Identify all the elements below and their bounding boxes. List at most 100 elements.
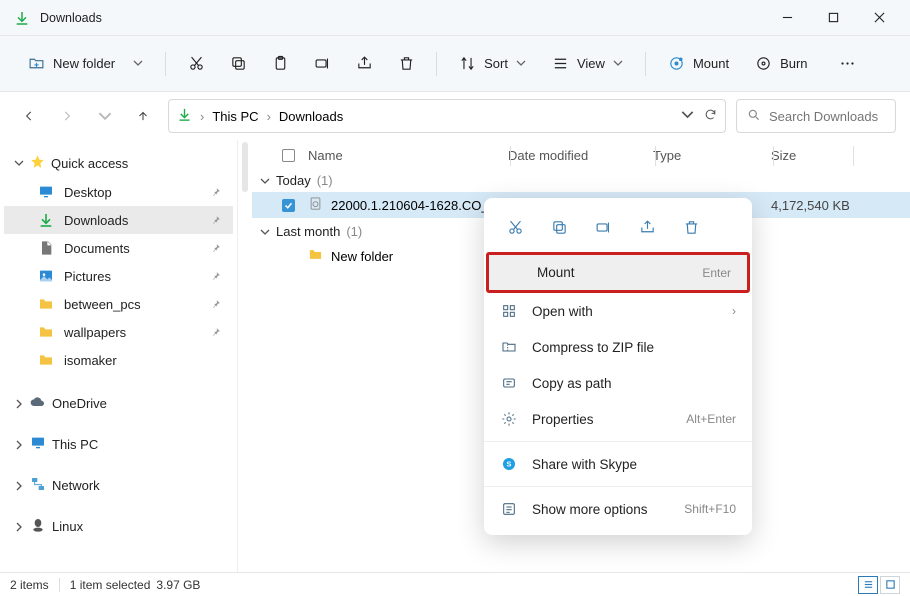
sidebar-scrollbar[interactable] — [238, 140, 252, 572]
pin-icon — [211, 241, 221, 256]
breadcrumb-root[interactable]: This PC — [212, 109, 258, 124]
group-today[interactable]: Today (1) — [252, 167, 910, 192]
chevron-right-icon: › — [200, 109, 204, 124]
sidebar-item-label: Network — [52, 478, 100, 493]
mount-label: Mount — [693, 56, 729, 71]
quick-access-label: Quick access — [51, 156, 128, 171]
sidebar-item-desktop[interactable]: Desktop — [4, 178, 233, 206]
details-view-button[interactable] — [858, 576, 878, 594]
more-button[interactable] — [830, 48, 866, 80]
download-icon — [38, 212, 54, 228]
ctx-mount[interactable]: Mount Enter — [486, 252, 750, 293]
column-date[interactable]: Date modified — [508, 148, 653, 163]
network-icon — [30, 476, 46, 495]
zip-icon — [500, 339, 518, 355]
paste-button[interactable] — [262, 48, 298, 80]
context-menu: Mount Enter Open with › Compress to ZIP … — [484, 198, 752, 535]
sidebar-item-pictures[interactable]: Pictures — [4, 262, 233, 290]
maximize-button[interactable] — [810, 0, 856, 36]
ctx-label: Copy as path — [532, 376, 612, 391]
folder-icon — [38, 324, 54, 340]
pin-icon — [211, 297, 221, 312]
quick-access-header[interactable]: Quick access — [4, 148, 233, 178]
separator — [645, 52, 646, 76]
folder-icon — [38, 352, 54, 368]
file-size: 4,172,540 KB — [771, 198, 851, 213]
ctx-open-with[interactable]: Open with › — [484, 293, 752, 329]
copy-path-icon — [500, 375, 518, 391]
sidebar-item-linux[interactable]: Linux — [4, 511, 233, 542]
more-icon — [500, 501, 518, 517]
chevron-down-icon[interactable] — [681, 108, 694, 124]
row-checkbox[interactable] — [282, 199, 308, 212]
sidebar-item-onedrive[interactable]: OneDrive — [4, 388, 233, 419]
folder-icon — [308, 247, 323, 265]
ctx-label: Compress to ZIP file — [532, 340, 654, 355]
cloud-icon — [30, 394, 46, 413]
minimize-button[interactable] — [764, 0, 810, 36]
sidebar-item-network[interactable]: Network — [4, 470, 233, 501]
ctx-rename-button[interactable] — [586, 212, 620, 242]
titlebar: Downloads — [0, 0, 910, 36]
pin-icon — [211, 185, 221, 200]
skype-icon: S — [500, 456, 518, 472]
ctx-more-options[interactable]: Show more options Shift+F10 — [484, 491, 752, 527]
column-name[interactable]: Name — [308, 148, 508, 163]
view-button[interactable]: View — [542, 49, 633, 78]
recent-dropdown[interactable] — [90, 101, 120, 131]
cut-button[interactable] — [178, 48, 214, 80]
ctx-copy-path[interactable]: Copy as path — [484, 365, 752, 401]
ctx-share-button[interactable] — [630, 212, 664, 242]
ctx-copy-button[interactable] — [542, 212, 576, 242]
group-count: (1) — [317, 173, 333, 188]
ctx-properties[interactable]: Properties Alt+Enter — [484, 401, 752, 437]
sidebar-item-documents[interactable]: Documents — [4, 234, 233, 262]
sidebar-item-label: Documents — [64, 241, 130, 256]
refresh-button[interactable] — [704, 108, 717, 124]
search-icon — [747, 108, 761, 125]
share-button[interactable] — [346, 48, 382, 80]
sidebar-item-label: Linux — [52, 519, 83, 534]
separator — [165, 52, 166, 76]
sort-label: Sort — [484, 56, 508, 71]
ctx-skype[interactable]: S Share with Skype — [484, 446, 752, 482]
breadcrumb-current[interactable]: Downloads — [279, 109, 343, 124]
group-label: Last month — [276, 224, 340, 239]
ctx-label: Share with Skype — [532, 457, 637, 472]
delete-button[interactable] — [388, 48, 424, 80]
new-folder-button[interactable]: New folder — [18, 49, 153, 78]
burn-button[interactable]: Burn — [745, 49, 817, 78]
back-button[interactable] — [14, 101, 44, 131]
thumbnails-view-button[interactable] — [880, 576, 900, 594]
ctx-cut-button[interactable] — [498, 212, 532, 242]
column-size[interactable]: Size — [771, 148, 851, 163]
sort-button[interactable]: Sort — [449, 49, 536, 78]
chevron-right-icon: › — [732, 304, 736, 318]
status-selected: 1 item selected — [70, 578, 151, 592]
burn-label: Burn — [780, 56, 807, 71]
context-quick-actions — [484, 206, 752, 252]
sidebar-item-downloads[interactable]: Downloads — [4, 206, 233, 234]
sidebar-item-between-pcs[interactable]: between_pcs — [4, 290, 233, 318]
sidebar-item-label: isomaker — [64, 353, 117, 368]
ctx-delete-button[interactable] — [674, 212, 708, 242]
up-button[interactable] — [128, 101, 158, 131]
sidebar-item-isomaker[interactable]: isomaker — [4, 346, 233, 374]
copy-button[interactable] — [220, 48, 256, 80]
mount-button[interactable]: Mount — [658, 49, 739, 78]
search-box[interactable] — [736, 99, 896, 133]
address-bar[interactable]: › This PC › Downloads — [168, 99, 726, 133]
select-all-checkbox[interactable] — [282, 148, 308, 163]
column-type[interactable]: Type — [653, 148, 771, 163]
column-headers[interactable]: Name Date modified Type Size — [252, 140, 910, 167]
sidebar-item-label: between_pcs — [64, 297, 141, 312]
search-input[interactable] — [769, 109, 885, 124]
sidebar-item-this-pc[interactable]: This PC — [4, 429, 233, 460]
rename-button[interactable] — [304, 48, 340, 80]
ctx-compress[interactable]: Compress to ZIP file — [484, 329, 752, 365]
ctx-shortcut: Enter — [702, 266, 731, 280]
pin-icon — [211, 325, 221, 340]
sidebar-item-wallpapers[interactable]: wallpapers — [4, 318, 233, 346]
close-button[interactable] — [856, 0, 902, 36]
forward-button[interactable] — [52, 101, 82, 131]
